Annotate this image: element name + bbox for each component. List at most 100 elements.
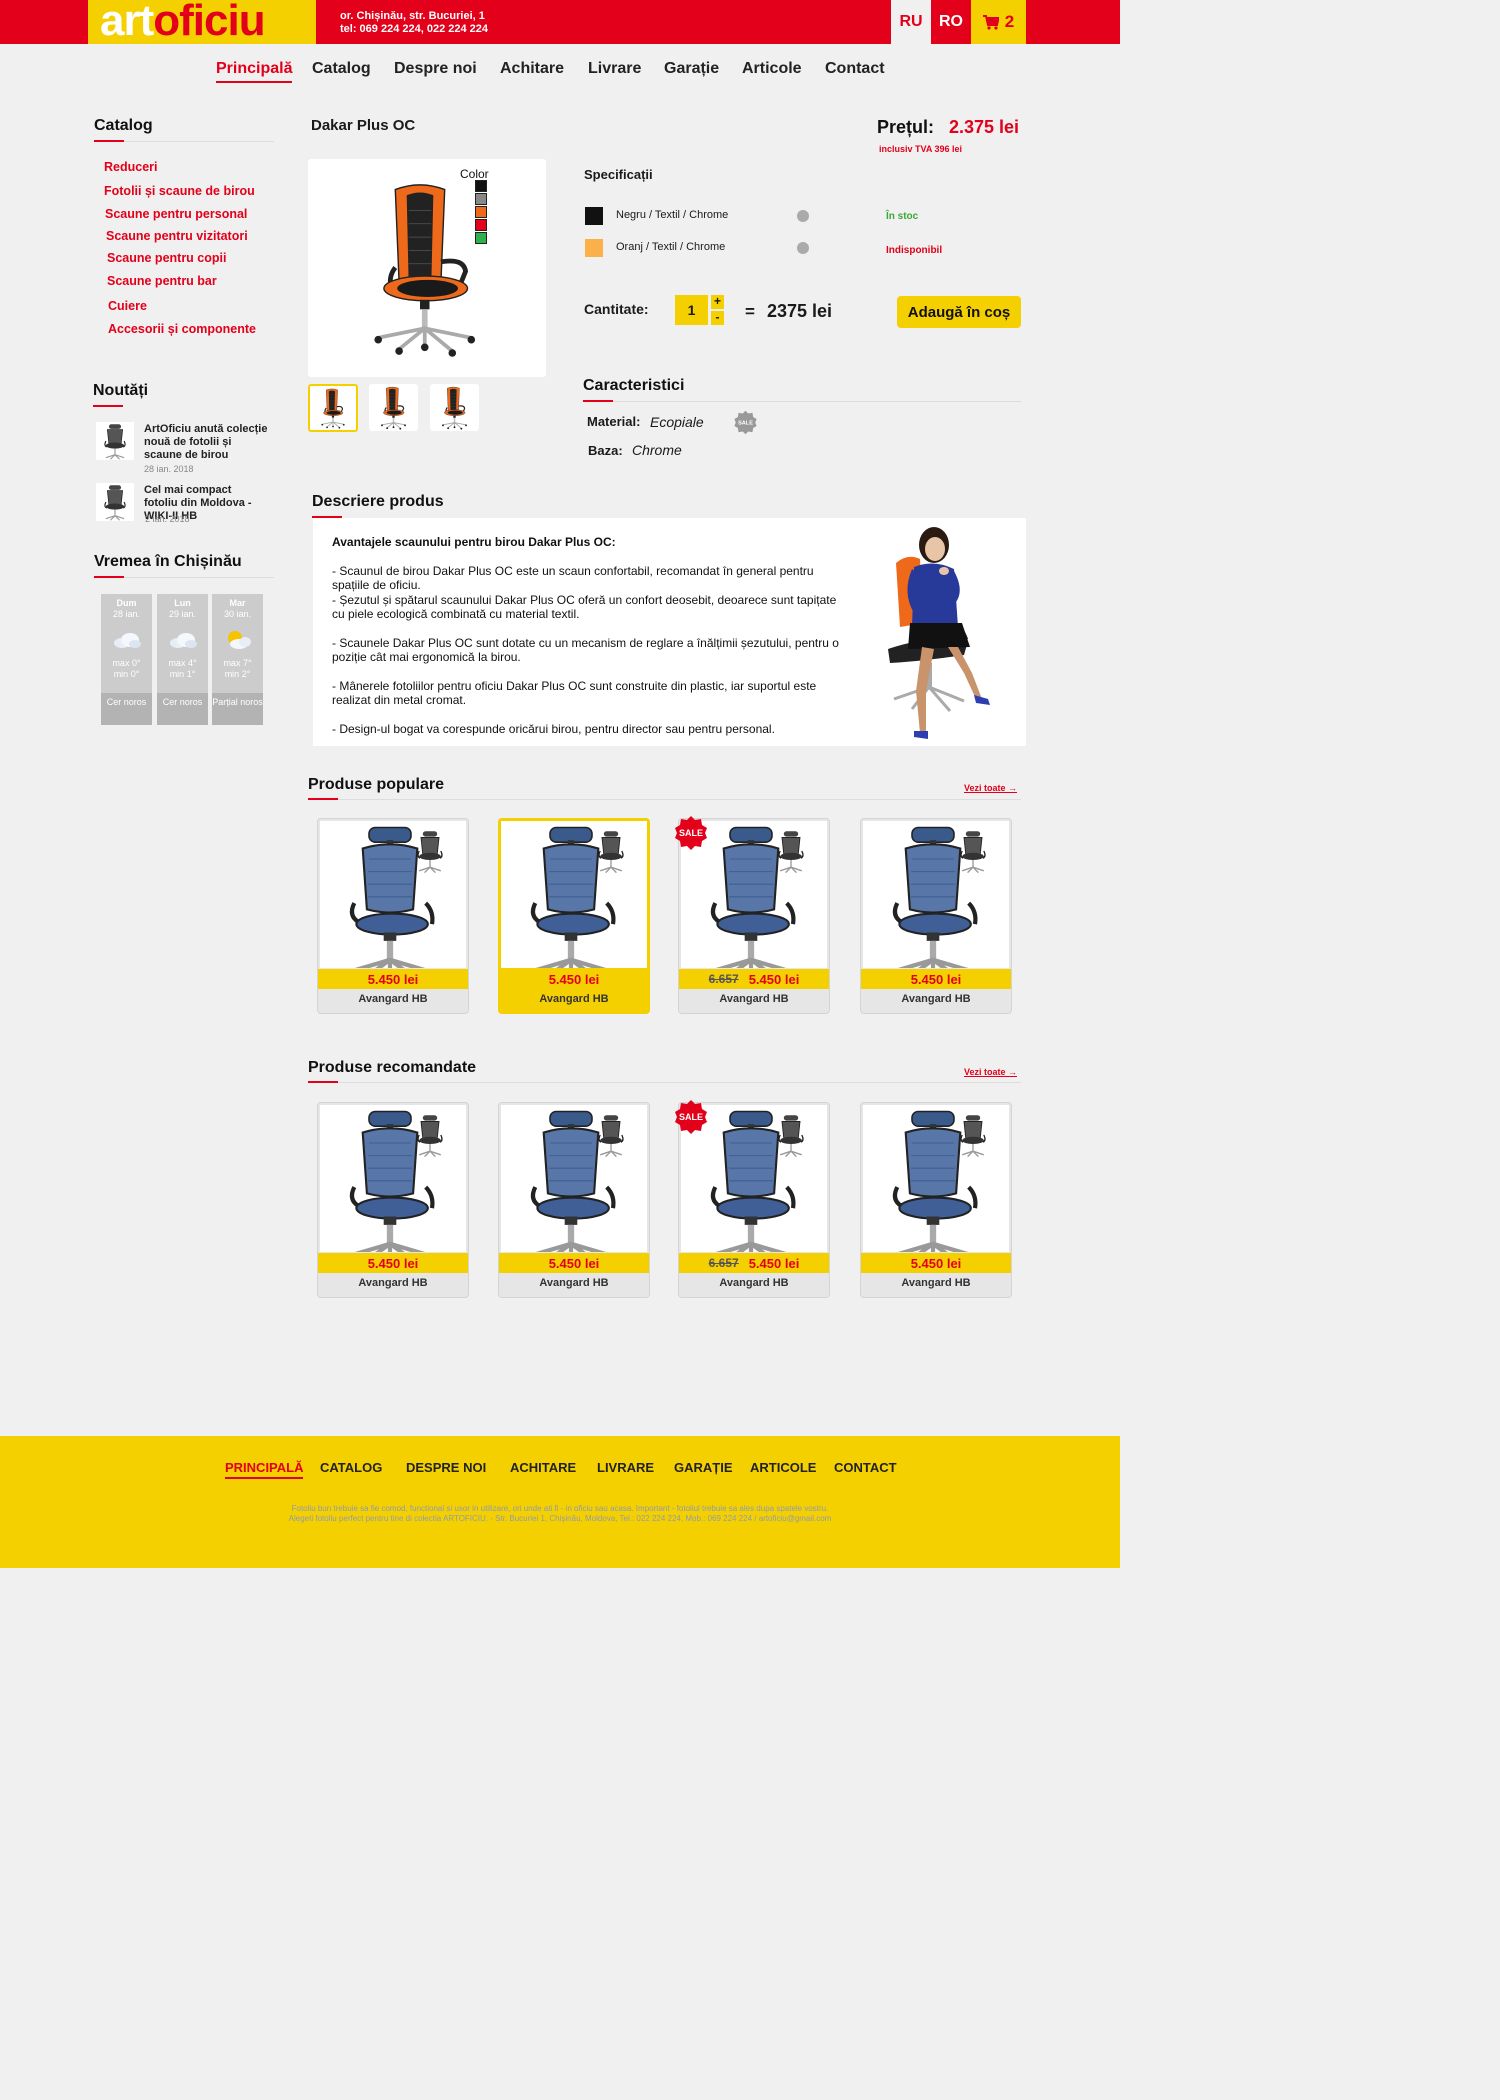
model-photo (888, 527, 990, 739)
product-price: 5.450 lei (318, 969, 468, 989)
description-paragraph: - Scaunele Dakar Plus OC sunt dotate cu … (332, 635, 839, 665)
footer-nav-contact[interactable]: CONTACT (834, 1460, 897, 1475)
footer-nav-catalog[interactable]: CATALOG (320, 1460, 382, 1475)
product-card[interactable]: 5.450 lei Avangard HB (317, 1102, 469, 1298)
product-main-image[interactable]: Color (308, 159, 546, 377)
news-item-date: 28 ian. 2018 (144, 464, 194, 474)
product-card[interactable]: 5.450 lei Avangard HB (498, 1102, 650, 1298)
weather-title: Vremea în Chișinău (94, 553, 242, 570)
popular-title: Produse populare (308, 776, 445, 793)
sale-icon: SALE (733, 410, 758, 435)
quantity-label: Cantitate: (584, 301, 649, 317)
product-name: Avangard HB (901, 1277, 971, 1289)
thumbnail[interactable] (369, 384, 418, 431)
weather-day: Mar 30 ian. max 7° min 2° Parțial noros (212, 594, 263, 725)
footer-nav-despre-noi[interactable]: DESPRE NOI (406, 1460, 486, 1475)
catalog-title: Catalog (94, 117, 153, 134)
category-link[interactable]: Fotolii și scaune de birou (104, 184, 255, 198)
news-title: Noutăți (93, 382, 149, 399)
cart-icon (982, 14, 999, 30)
thumbnail[interactable] (308, 384, 358, 432)
quantity-minus-button[interactable]: - (711, 311, 724, 325)
news-image[interactable] (96, 422, 134, 460)
nav-principala[interactable]: Principală (216, 60, 293, 83)
color-swatch[interactable] (475, 232, 487, 244)
thumbnail[interactable] (430, 384, 479, 431)
vat-note: inclusiv TVA 396 lei (879, 144, 963, 154)
nav-garatie[interactable]: Garație (664, 60, 719, 78)
news-image[interactable] (96, 483, 134, 521)
product-card[interactable]: 5.450 lei Avangard HB (860, 1102, 1012, 1298)
add-to-cart-button[interactable]: Adaugă în coș (897, 296, 1021, 328)
see-all-recommended-link[interactable]: Vezi toate → (964, 1067, 1017, 1077)
footer-nav-livrare[interactable]: LIVRARE (597, 1460, 654, 1475)
category-link[interactable]: Cuiere (108, 299, 147, 313)
quantity-input[interactable]: 1 (675, 295, 708, 325)
category-link[interactable]: Reduceri (104, 160, 158, 174)
recommended-title: Produse recomandate (308, 1059, 477, 1076)
product-card[interactable]: 5.450 lei Avangard HB (317, 818, 469, 1014)
price-label: Prețul: (877, 117, 935, 137)
product-name: Avangard HB (358, 993, 428, 1005)
color-label: Color (460, 167, 489, 181)
variant-radio[interactable] (797, 242, 809, 254)
color-swatch[interactable] (475, 180, 487, 192)
sale-badge-icon: SALE (673, 1099, 709, 1135)
nav-livrare[interactable]: Livrare (588, 60, 641, 78)
weather-day: Lun 29 ian. max 4° min 1° Cer noros (157, 594, 208, 725)
nav-contact[interactable]: Contact (825, 60, 885, 78)
nav-catalog[interactable]: Catalog (312, 60, 371, 78)
product-name: Avangard HB (539, 1277, 609, 1289)
nav-articole[interactable]: Articole (742, 60, 802, 78)
footer-nav-achitare[interactable]: ACHITARE (510, 1460, 576, 1475)
category-link[interactable]: Scaune pentru vizitatori (106, 229, 248, 243)
product-price: 5.450 lei (500, 969, 648, 989)
product-card[interactable]: 5.450 lei Avangard HB (860, 818, 1012, 1014)
color-swatch[interactable] (475, 206, 487, 218)
char-value: Ecopiale (650, 414, 704, 430)
header-phone: tel: 069 224 224, 022 224 224 (340, 23, 489, 35)
footer-text: Fotoliu bun trebuie sa fie comod, functi… (288, 1504, 832, 1523)
footer: PRINCIPALĂ CATALOG DESPRE NOI ACHITARE L… (0, 1436, 1120, 1568)
category-link[interactable]: Scaune pentru copii (107, 251, 226, 265)
product-price: 6.657 5.450 lei (679, 1253, 829, 1273)
svg-text:SALE: SALE (679, 1112, 703, 1122)
quantity-plus-button[interactable]: + (711, 295, 724, 309)
variant-radio[interactable] (797, 210, 809, 222)
see-all-popular-link[interactable]: Vezi toate → (964, 783, 1017, 793)
product-card[interactable]: 5.450 lei Avangard HB (498, 818, 650, 1014)
logo[interactable]: artoficiu (88, 0, 316, 44)
header-contact: or. Chișinău, str. Bucuriei, 1 tel: 069 … (340, 10, 488, 36)
product-name: Avangard HB (719, 993, 789, 1005)
color-swatch[interactable] (475, 193, 487, 205)
variant-swatch[interactable] (585, 207, 603, 225)
description-box: Avantajele scaunului pentru birou Dakar … (313, 518, 1026, 746)
product-price: 2.375 lei (949, 117, 1020, 137)
product-price: 5.450 lei (861, 1253, 1011, 1273)
news-item-title[interactable]: ArtOficiu anută colecție nouă de fotolii… (144, 423, 268, 462)
footer-nav-articole[interactable]: ARTICOLE (750, 1460, 816, 1475)
category-link[interactable]: Scaune pentru personal (105, 207, 247, 221)
description-paragraph: - Șezutul și spătarul scaunului Dakar Pl… (332, 592, 837, 622)
category-link[interactable]: Accesorii și componente (108, 322, 256, 336)
weather-day: Dum 28 ian. max 0° min 0° Cer noros (101, 594, 152, 725)
lang-ru-button[interactable]: RU (891, 0, 931, 44)
product-name: Avangard HB (539, 993, 609, 1005)
product-price: 6.657 5.450 lei (679, 969, 829, 989)
description-paragraph: - Scaunul de birou Dakar Plus OC este un… (332, 563, 814, 593)
color-swatch[interactable] (475, 219, 487, 231)
stock-status: Indisponibil (886, 245, 943, 256)
main-nav: Principală Catalog Despre noi Achitare L… (0, 60, 1120, 90)
nav-despre-noi[interactable]: Despre noi (394, 60, 477, 78)
sale-badge-icon: SALE (673, 815, 709, 851)
footer-nav-garatie[interactable]: GARAȚIE (674, 1460, 733, 1475)
cart-button[interactable]: 2 (971, 0, 1026, 44)
footer-nav-principala[interactable]: PRINCIPALĂ (225, 1460, 304, 1479)
variant-swatch[interactable] (585, 239, 603, 257)
category-link[interactable]: Scaune pentru bar (107, 274, 217, 288)
stock-status: În stoc (886, 211, 919, 222)
lang-ro-button[interactable]: RO (931, 0, 971, 44)
cart-count: 2 (1004, 12, 1015, 31)
char-label: Material: (587, 414, 641, 429)
nav-achitare[interactable]: Achitare (500, 60, 564, 78)
